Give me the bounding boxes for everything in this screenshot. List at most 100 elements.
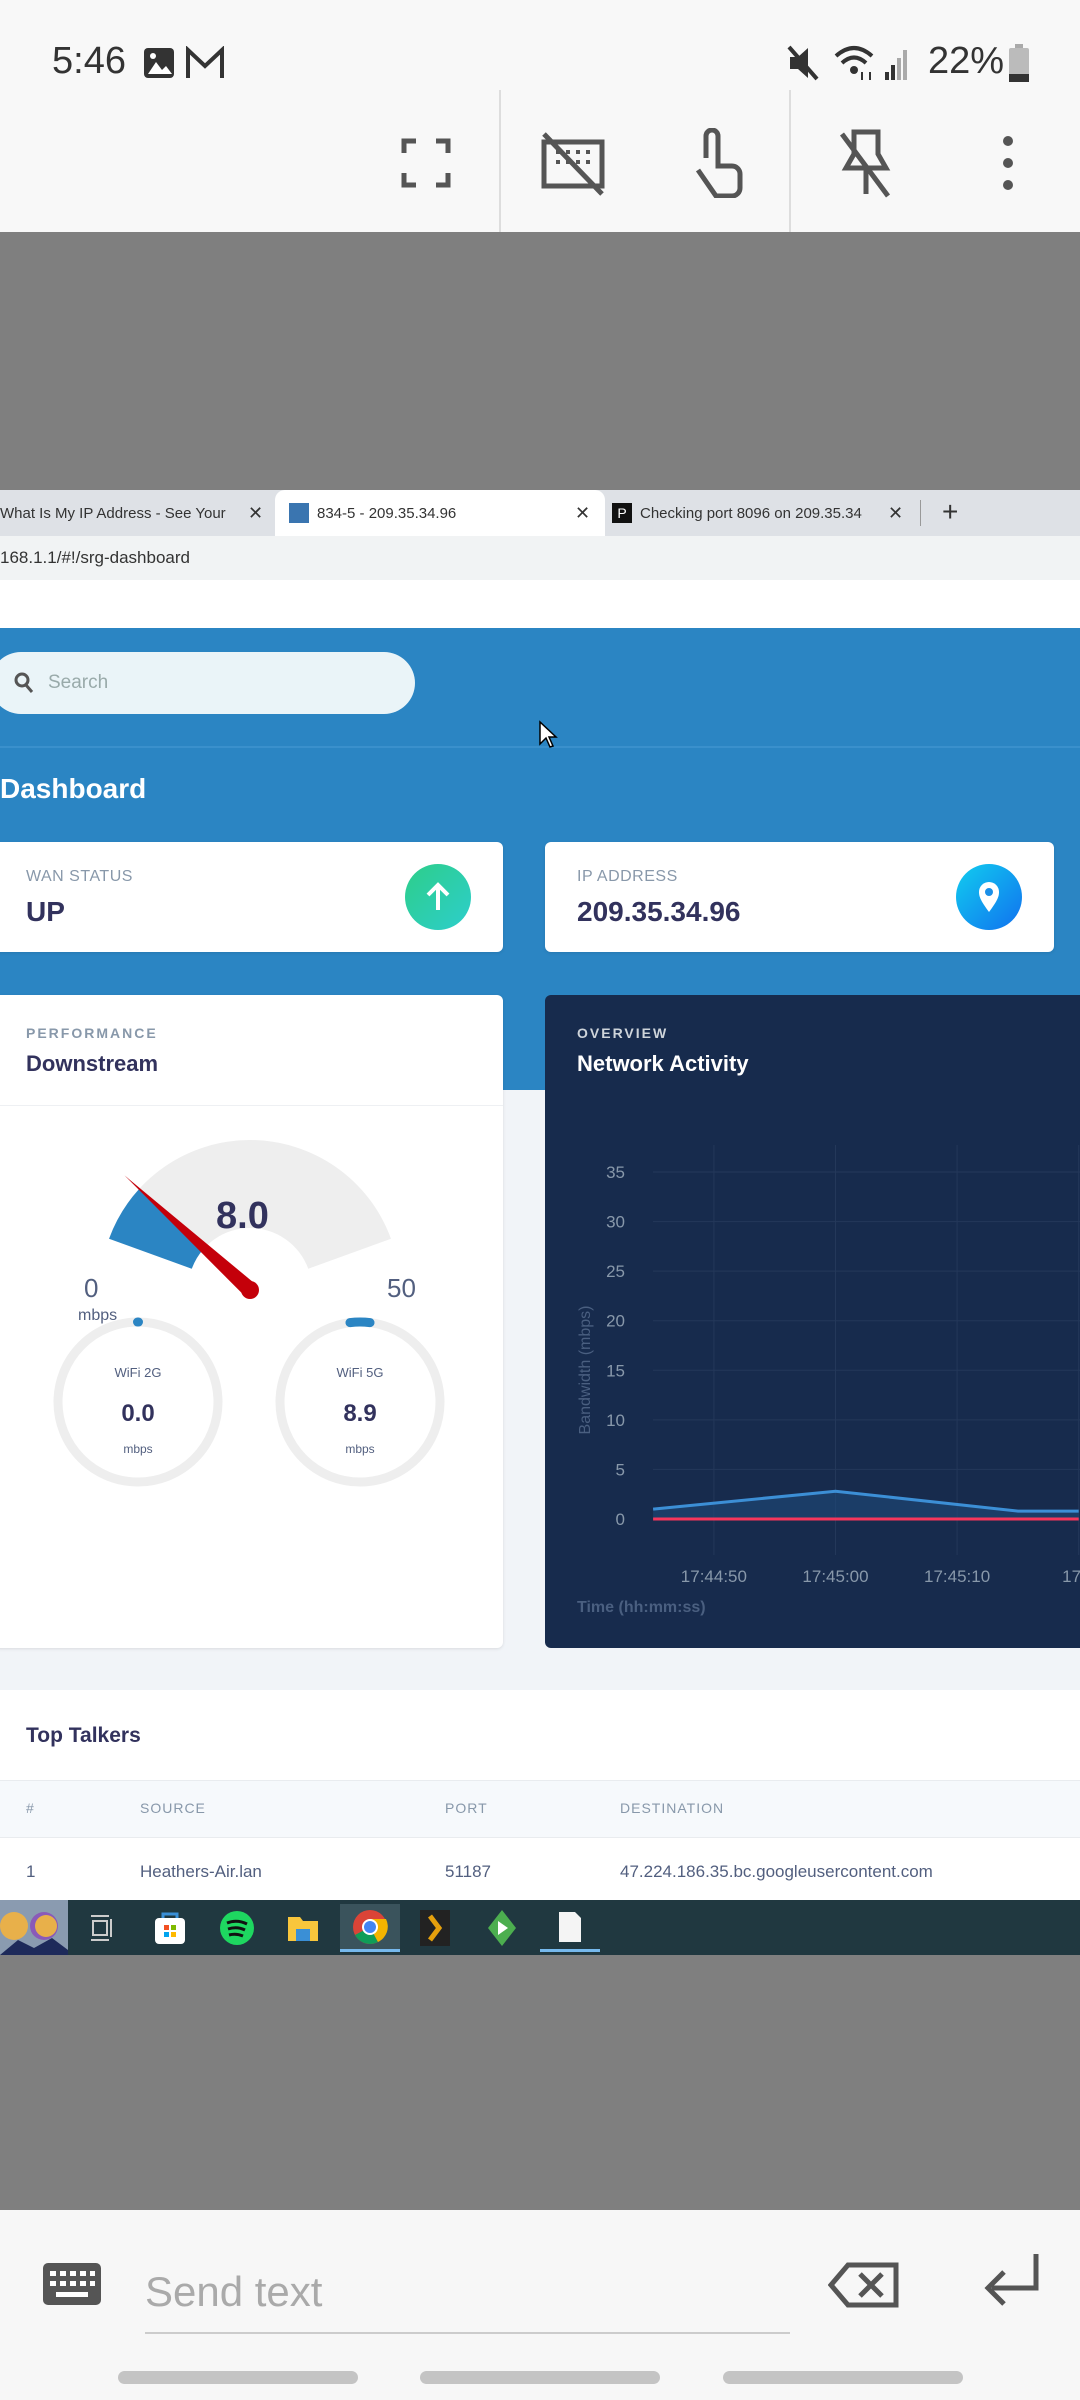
status-bar: 5:46 22% <box>0 0 1080 232</box>
x-tick-label: 17:45:00 <box>802 1567 868 1586</box>
wan-status-label: WAN STATUS <box>26 868 133 885</box>
wifi-5g-ring-fill <box>345 1317 375 1328</box>
battery-icon <box>1009 44 1029 82</box>
network-activity-chart: 35 30 25 20 15 10 5 0 17:44:50 17:45:00 17:45:10 17… <box>577 1145 1080 1616</box>
send-text-underline <box>145 2332 790 2334</box>
cell-port: 51187 <box>445 1862 492 1881</box>
card-divider <box>0 1105 503 1106</box>
top-nav <box>0 580 1080 628</box>
status-time: 5:46 <box>52 40 126 82</box>
chrome-button[interactable] <box>340 1904 400 1952</box>
tab-strip: What Is My IP Address - See Your ✕ 834-5… <box>0 490 1080 536</box>
notepad-button[interactable] <box>540 1904 600 1952</box>
column-header-rank: # <box>26 1800 35 1816</box>
touch-button[interactable] <box>681 128 751 198</box>
pin-off-button[interactable] <box>831 128 901 198</box>
x-tick-label: 17:45:10 <box>924 1567 990 1586</box>
mute-icon <box>787 45 819 81</box>
tab-favicon: P <box>612 503 632 523</box>
tab-close-icon[interactable]: ✕ <box>248 503 263 524</box>
notepad-icon <box>559 1911 581 1942</box>
y-tick-label: 0 <box>616 1510 625 1529</box>
ip-address-card: IP ADDRESS 209.35.34.96 <box>545 842 1054 952</box>
keyboard-off-icon <box>541 132 605 196</box>
tab-label: Checking port 8096 on 209.35.34 <box>640 504 862 522</box>
toolbar-divider <box>789 90 791 232</box>
mouse-cursor-icon <box>539 720 558 748</box>
wifi-2g-unit: mbps <box>123 1442 153 1456</box>
address-bar[interactable]: 168.1.1/#!/srg-dashboard <box>0 536 1080 580</box>
tab-label: 834-5 - 209.35.34.96 <box>317 504 457 522</box>
signal-icon <box>885 50 907 80</box>
nav-handle-left[interactable] <box>118 2371 358 2384</box>
cell-rank: 1 <box>26 1862 36 1881</box>
y-tick-label: 10 <box>606 1411 625 1430</box>
tab-port-check[interactable]: P Checking port 8096 on 209.35.34 ✕ <box>612 490 917 536</box>
gauge-value: 8.0 <box>216 1195 269 1237</box>
y-tick-label: 30 <box>606 1213 625 1232</box>
chrome-icon <box>353 1909 388 1944</box>
wifi-5g-stat: WiFi 5G 8.9 mbps <box>280 1365 440 1456</box>
gauge-min: 0 <box>84 1273 99 1303</box>
y-axis-label: Bandwidth (mbps) <box>577 1306 594 1435</box>
x-axis-label: Time (hh:mm:ss) <box>577 1599 706 1616</box>
enter-icon[interactable] <box>978 2250 1042 2314</box>
fullscreen-icon <box>401 138 451 188</box>
more-options-button[interactable] <box>973 128 1043 198</box>
weather-icon <box>0 1912 68 1955</box>
ip-location-badge <box>956 864 1022 930</box>
x-tick-label: 17:44:50 <box>681 1567 747 1586</box>
tab-divider <box>920 500 921 526</box>
touch-icon <box>695 128 743 198</box>
wifi-icon <box>834 46 874 80</box>
toolbar-divider <box>499 90 501 232</box>
tab-whatismyip[interactable]: What Is My IP Address - See Your ✕ <box>0 490 268 536</box>
plex-button[interactable] <box>405 1904 465 1952</box>
search-input[interactable]: Search <box>0 652 415 714</box>
performance-title: Downstream <box>26 1051 159 1076</box>
column-header-port: PORT <box>445 1800 488 1816</box>
store-icon <box>155 1912 185 1944</box>
file-explorer-icon <box>288 1917 318 1941</box>
gauge-unit: mbps <box>78 1307 118 1324</box>
weather-widget[interactable] <box>0 1900 68 1955</box>
wifi-5g-unit: mbps <box>345 1442 375 1456</box>
file-explorer-button[interactable] <box>273 1904 333 1952</box>
tab-label: What Is My IP Address - See Your <box>0 504 226 522</box>
keyboard-off-button[interactable] <box>538 128 608 198</box>
media-player-icon <box>488 1910 516 1946</box>
gauge-max: 50 <box>387 1273 416 1303</box>
fullscreen-button[interactable] <box>391 128 461 198</box>
y-tick-label: 25 <box>606 1262 625 1281</box>
wifi-2g-value: 0.0 <box>121 1400 155 1427</box>
wan-status-card: WAN STATUS UP <box>0 842 503 952</box>
image-icon <box>144 48 174 78</box>
tab-dashboard[interactable]: 834-5 - 209.35.34.96 ✕ <box>275 490 605 536</box>
nav-handle-right[interactable] <box>723 2371 963 2384</box>
tab-favicon <box>289 503 309 523</box>
wifi-5g-value: 8.9 <box>343 1400 377 1427</box>
nav-handle-center[interactable] <box>420 2371 660 2384</box>
media-player-button[interactable] <box>472 1904 532 1952</box>
battery-percent: 22% <box>928 40 1005 82</box>
keyboard-icon[interactable] <box>42 2262 102 2306</box>
pin-off-icon <box>839 129 891 198</box>
backspace-icon[interactable] <box>828 2262 900 2308</box>
page-title: Dashboard <box>0 773 147 804</box>
tab-close-icon[interactable]: ✕ <box>888 503 903 524</box>
search-placeholder: Search <box>48 672 109 693</box>
performance-kicker: PERFORMANCE <box>26 1025 158 1041</box>
task-view-button[interactable] <box>72 1904 132 1952</box>
new-tab-button[interactable]: + <box>942 496 958 528</box>
store-button[interactable] <box>140 1904 200 1952</box>
wifi-2g-label: WiFi 2G <box>114 1365 162 1380</box>
spotify-button[interactable] <box>207 1904 267 1952</box>
wifi-5g-label: WiFi 5G <box>336 1365 384 1380</box>
send-text-input[interactable]: Send text <box>145 2268 322 2316</box>
location-pin-icon <box>979 882 999 912</box>
task-view-icon <box>91 1915 112 1941</box>
tab-close-icon[interactable]: ✕ <box>575 503 590 524</box>
performance-card: PERFORMANCE Downstream 8.0 0 mbps 50 WiF… <box>0 995 503 1648</box>
y-tick-label: 20 <box>606 1312 625 1331</box>
cell-destination: 47.224.186.35.bc.googleusercontent.com <box>620 1862 933 1881</box>
